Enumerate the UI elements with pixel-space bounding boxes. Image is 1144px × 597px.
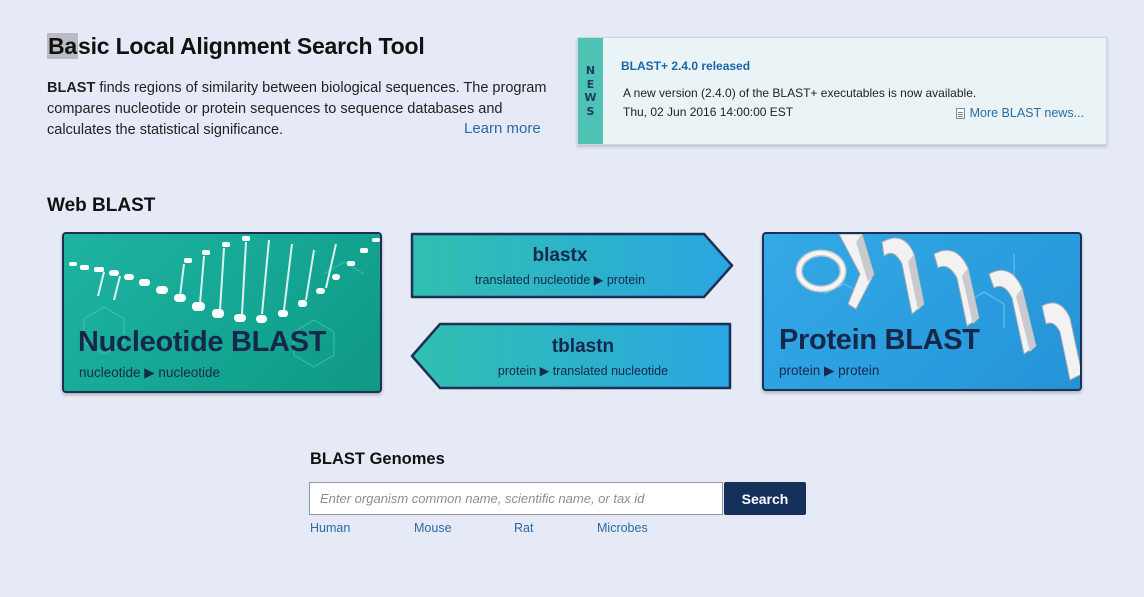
learn-more-link[interactable]: Learn more bbox=[464, 120, 541, 137]
news-tab-letter: N bbox=[585, 64, 596, 77]
tblastn-subtitle: protein ▶ translated nucleotide bbox=[497, 364, 669, 378]
genome-search-button[interactable]: Search bbox=[724, 482, 806, 515]
blastx-button[interactable]: blastx translated nucleotide ▶ protein bbox=[409, 231, 735, 300]
title-rest: sic Local Alignment Search Tool bbox=[78, 33, 425, 59]
page-title: Basic Local Alignment Search Tool bbox=[47, 33, 425, 60]
title-highlight: Ba bbox=[47, 33, 79, 59]
organism-search-input[interactable] bbox=[309, 482, 723, 515]
blast-genomes-heading: BLAST Genomes bbox=[310, 450, 445, 468]
news-body-text: A new version (2.4.0) of the BLAST+ exec… bbox=[623, 86, 977, 100]
web-blast-heading: Web BLAST bbox=[47, 195, 156, 216]
genome-link-human[interactable]: Human bbox=[310, 521, 350, 535]
news-date: Thu, 02 Jun 2016 14:00:00 EST bbox=[623, 105, 794, 119]
news-tab-letter: E bbox=[586, 77, 595, 91]
nucleotide-blast-subtitle: nucleotide ▶ nucleotide bbox=[79, 365, 220, 380]
more-news-link[interactable]: More BLAST news... bbox=[955, 106, 1084, 120]
news-body: A new version (2.4.0) of the BLAST+ exec… bbox=[623, 84, 976, 122]
more-news-label: More BLAST news... bbox=[969, 106, 1084, 120]
tblastn-button[interactable]: tblastn protein ▶ translated nucleotide bbox=[409, 321, 733, 391]
news-headline-link[interactable]: BLAST+ 2.4.0 released bbox=[621, 59, 750, 73]
news-tab-letter: S bbox=[586, 104, 595, 118]
blastx-title: blastx bbox=[532, 245, 588, 266]
news-tab: N E W S bbox=[578, 38, 603, 144]
protein-blast-title: Protein BLAST bbox=[779, 324, 980, 356]
news-box: N E W S BLAST+ 2.4.0 released A new vers… bbox=[577, 37, 1107, 145]
nucleotide-blast-card[interactable]: Nucleotide BLAST nucleotide ▶ nucleotide bbox=[62, 232, 382, 393]
document-icon bbox=[955, 107, 965, 119]
blastx-subtitle: translated nucleotide ▶ protein bbox=[474, 273, 646, 287]
genome-link-mouse[interactable]: Mouse bbox=[414, 521, 452, 535]
nucleotide-blast-title: Nucleotide BLAST bbox=[78, 326, 327, 358]
genome-link-microbes[interactable]: Microbes bbox=[597, 521, 648, 535]
protein-blast-subtitle: protein ▶ protein bbox=[779, 363, 880, 378]
tblastn-title: tblastn bbox=[551, 336, 615, 357]
news-tab-letter: W bbox=[584, 91, 597, 104]
genome-link-rat[interactable]: Rat bbox=[514, 521, 533, 535]
protein-blast-card[interactable]: Protein BLAST protein ▶ protein bbox=[762, 232, 1082, 391]
intro-bold: BLAST bbox=[47, 80, 96, 96]
